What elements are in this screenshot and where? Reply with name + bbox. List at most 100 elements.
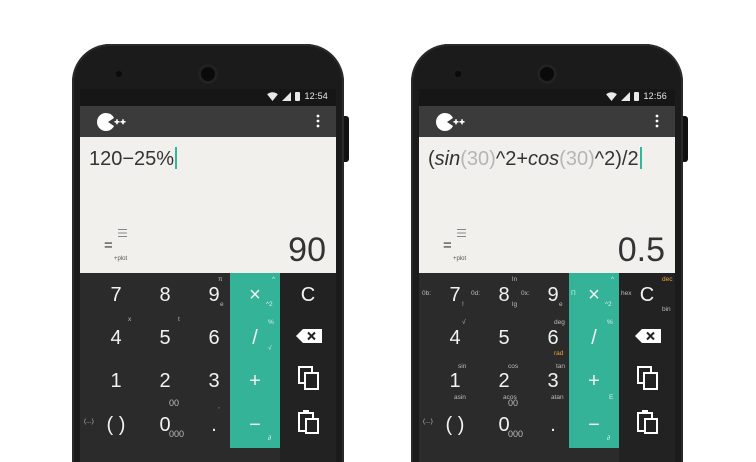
copy-button[interactable]: [296, 365, 322, 391]
key-minus[interactable]: −: [569, 413, 619, 437]
double-zero-sublabel: 00: [508, 398, 519, 408]
rad-sublabel: rad: [554, 350, 564, 357]
key-7[interactable]: 7: [435, 283, 475, 307]
ellipsis-sublabel: (...): [84, 418, 94, 425]
expression-input[interactable]: 120−25%: [89, 147, 178, 171]
key-parentheses[interactable]: ( ): [96, 413, 136, 437]
key-plus[interactable]: +: [569, 369, 619, 393]
triple-zero-sublabel: 000: [169, 429, 185, 439]
equals-sign: =: [104, 237, 113, 254]
calculator-plus-plus-logo: [97, 113, 126, 131]
percent-sublabel: %: [607, 319, 613, 326]
plot-menu-icon[interactable]: [457, 229, 466, 237]
key-6[interactable]: 6: [533, 326, 573, 350]
expr-part: ): [588, 148, 595, 170]
pi-sublabel: π: [218, 276, 223, 283]
expr-part: 30: [565, 148, 589, 170]
cos-sublabel: cos: [508, 363, 519, 370]
key-4[interactable]: 4: [96, 326, 136, 350]
atan-sublabel: atan: [551, 394, 564, 401]
plot-label[interactable]: +plot: [114, 256, 127, 262]
deg-sublabel: deg: [554, 319, 565, 326]
backspace-button[interactable]: [635, 329, 661, 343]
product-sublabel: Π: [571, 290, 576, 297]
key-7[interactable]: 7: [96, 283, 136, 307]
key-divide[interactable]: /: [230, 326, 280, 350]
key-5[interactable]: 5: [484, 326, 524, 350]
result-value: 90: [288, 231, 326, 269]
key-dot[interactable]: .: [533, 413, 573, 437]
keypad: 7 8 9 4 5 6 1 2 3 ( ) 0 . × / + − C: [419, 273, 675, 462]
key-1[interactable]: 1: [435, 369, 475, 393]
hex-prefix-sublabel: 0x:: [521, 290, 530, 297]
key-2[interactable]: 2: [145, 369, 185, 393]
partial-sublabel: ∂: [268, 435, 272, 442]
wifi-icon: [606, 91, 618, 101]
expr-part: ^2)/2: [594, 148, 639, 170]
key-minus[interactable]: −: [230, 413, 280, 437]
comma-sublabel: ,: [218, 403, 220, 410]
earpiece-speaker: [198, 64, 218, 84]
key-9[interactable]: 9: [533, 283, 573, 307]
ellipsis-sublabel: (...): [423, 418, 433, 425]
key-6[interactable]: 6: [194, 326, 234, 350]
percent-sublabel: %: [268, 319, 274, 326]
ln-sublabel: ln: [512, 276, 518, 283]
battery-icon: [634, 91, 640, 101]
copy-icon: [298, 366, 319, 390]
backspace-button[interactable]: [296, 329, 322, 343]
status-bar: 12:54: [80, 89, 336, 106]
plot-label[interactable]: +plot: [453, 256, 466, 262]
sqrt-sublabel: √: [462, 319, 466, 326]
status-bar: 12:56: [419, 89, 675, 106]
key-plus[interactable]: +: [230, 369, 280, 393]
triple-zero-sublabel: 000: [508, 429, 524, 439]
status-time: 12:56: [643, 91, 667, 101]
hex-sublabel: hex: [621, 290, 632, 297]
text-cursor: [175, 147, 178, 169]
signal-icon: [621, 91, 631, 101]
key-divide[interactable]: /: [569, 326, 619, 350]
key-3[interactable]: 3: [194, 369, 234, 393]
expr-part: (: [559, 148, 566, 170]
pow-sublabel: ^: [272, 276, 276, 283]
battery-icon: [295, 91, 301, 101]
tan-sublabel: tan: [556, 363, 566, 370]
phone-right: 12:56 (sin(30)^2+cos(30)^2)/2 = +plot 0.…: [411, 44, 688, 462]
calculator-plus-plus-logo: [436, 113, 465, 131]
keypad: 7 8 9 4 5 6 1 2 3 ( ) 0 . × / + − C: [80, 273, 336, 462]
display-area[interactable]: 120−25% = +plot 90: [80, 137, 336, 273]
sqrt-sublabel: √: [268, 345, 272, 352]
expr-part: ): [489, 148, 496, 170]
plot-menu-icon[interactable]: [118, 229, 127, 237]
display-area[interactable]: (sin(30)^2+cos(30)^2)/2 = +plot 0.5: [419, 137, 675, 273]
key-dot[interactable]: .: [194, 413, 234, 437]
paste-button[interactable]: [296, 409, 322, 435]
key-3[interactable]: 3: [533, 369, 573, 393]
key-2[interactable]: 2: [484, 369, 524, 393]
key-4[interactable]: 4: [435, 326, 475, 350]
e-sublabel: e: [220, 301, 224, 308]
decimal-prefix-sublabel: 0d:: [471, 290, 481, 297]
lg-sublabel: lg: [512, 301, 518, 308]
expr-part: sin: [434, 148, 461, 170]
overflow-menu-icon[interactable]: [655, 114, 659, 128]
bin-sublabel: bin: [662, 306, 671, 313]
key-8[interactable]: 8: [145, 283, 185, 307]
power-button: [683, 116, 688, 162]
key-1[interactable]: 1: [96, 369, 136, 393]
key-5[interactable]: 5: [145, 326, 185, 350]
x-sublabel: x: [128, 316, 132, 323]
key-8[interactable]: 8: [484, 283, 524, 307]
copy-button[interactable]: [635, 365, 661, 391]
expression-input[interactable]: (sin(30)^2+cos(30)^2)/2: [428, 147, 642, 171]
clear-button[interactable]: C: [280, 283, 336, 307]
paste-button[interactable]: [635, 409, 661, 435]
key-parentheses[interactable]: ( ): [435, 413, 475, 437]
expr-part: ^2+: [495, 148, 529, 170]
equals-sign: =: [443, 237, 452, 254]
asin-sublabel: asin: [454, 394, 466, 401]
key-9[interactable]: 9: [194, 283, 234, 307]
overflow-menu-icon[interactable]: [316, 114, 320, 128]
front-sensor: [116, 71, 122, 77]
